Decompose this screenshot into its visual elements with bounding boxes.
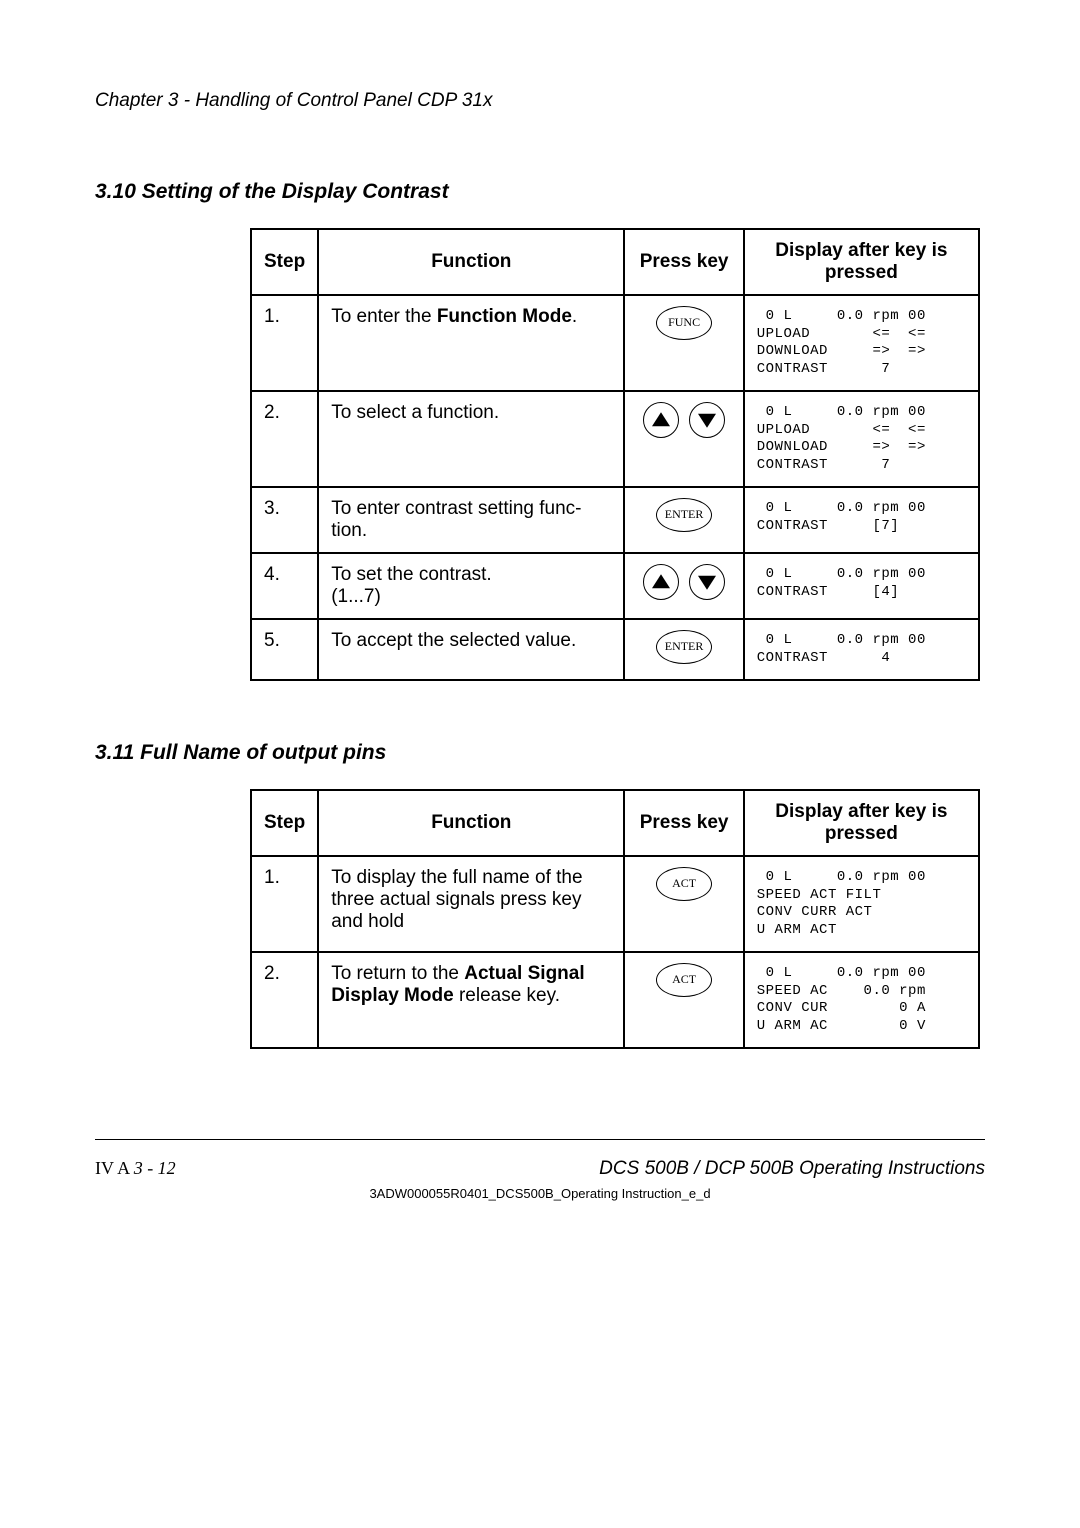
func-text-post: release key.	[454, 985, 560, 1006]
table-row: 1. To display the full name of the three…	[251, 856, 979, 952]
press-key-cell: FUNC	[624, 295, 743, 391]
table-row: 4. To set the contrast. (1...7) 0 L 0.0 …	[251, 553, 979, 619]
display-cell: 0 L 0.0 rpm 00 CONTRAST [4]	[744, 553, 979, 619]
lcd-display: 0 L 0.0 rpm 00 CONTRAST [4]	[757, 564, 966, 603]
press-key-cell: ACT	[624, 856, 743, 952]
footer-prefix: IV A	[95, 1158, 134, 1178]
lcd-display: 0 L 0.0 rpm 00 UPLOAD <= <= DOWNLOAD => …	[757, 402, 966, 476]
act-key-icon: ACT	[656, 963, 712, 997]
table-row: 2. To select a function. 0 L 0.0 rpm 00 …	[251, 391, 979, 487]
chapter-header: Chapter 3 - Handling of Control Panel CD…	[95, 90, 985, 112]
step-function: To accept the selected value.	[318, 619, 624, 680]
lcd-display: 0 L 0.0 rpm 00 CONTRAST [7]	[757, 498, 966, 537]
table-row: 2. To return to the Actual Signal Displa…	[251, 952, 979, 1048]
step-number: 1.	[251, 295, 318, 391]
lcd-display: 0 L 0.0 rpm 00 CONTRAST 4	[757, 630, 966, 669]
arrow-up-key-icon	[643, 402, 679, 438]
th-step: Step	[251, 790, 318, 856]
display-cell: 0 L 0.0 rpm 00 SPEED AC 0.0 rpm CONV CUR…	[744, 952, 979, 1048]
lcd-display: 0 L 0.0 rpm 00 UPLOAD <= <= DOWNLOAD => …	[757, 306, 966, 380]
display-cell: 0 L 0.0 rpm 00 UPLOAD <= <= DOWNLOAD => …	[744, 295, 979, 391]
step-number: 4.	[251, 553, 318, 619]
table-row: 1. To enter the Function Mode. FUNC 0 L …	[251, 295, 979, 391]
press-key-cell: ACT	[624, 952, 743, 1048]
footer-doc-title: DCS 500B / DCP 500B Operating Instructio…	[599, 1158, 985, 1180]
footer-page-number: IV A 3 - 12	[95, 1158, 176, 1179]
press-key-cell	[624, 553, 743, 619]
enter-key-icon: ENTER	[656, 630, 712, 664]
footer-pagepart: 3 - 12	[134, 1158, 176, 1178]
th-press-key: Press key	[624, 229, 743, 295]
display-cell: 0 L 0.0 rpm 00 SPEED ACT FILT CONV CURR …	[744, 856, 979, 952]
step-function: To display the full name of the three ac…	[318, 856, 624, 952]
footer: IV A 3 - 12 DCS 500B / DCP 500B Operatin…	[95, 1139, 985, 1201]
press-key-cell: ENTER	[624, 487, 743, 553]
th-function: Function	[318, 229, 624, 295]
step-function: To set the contrast. (1...7)	[318, 553, 624, 619]
step-function: To enter contrast setting func- tion.	[318, 487, 624, 553]
table-row: 5. To accept the selected value. ENTER 0…	[251, 619, 979, 680]
table-header-row: Step Function Press key Display after ke…	[251, 790, 979, 856]
lcd-display: 0 L 0.0 rpm 00 SPEED AC 0.0 rpm CONV CUR…	[757, 963, 966, 1037]
lcd-display: 0 L 0.0 rpm 00 SPEED ACT FILT CONV CURR …	[757, 867, 966, 941]
display-cell: 0 L 0.0 rpm 00 UPLOAD <= <= DOWNLOAD => …	[744, 391, 979, 487]
func-text-pre: To return to the	[331, 963, 464, 984]
arrow-down-key-icon	[689, 402, 725, 438]
th-function: Function	[318, 790, 624, 856]
table-3-11: Step Function Press key Display after ke…	[250, 789, 980, 1049]
func-text-pre: To enter the	[331, 306, 437, 327]
act-key-icon: ACT	[656, 867, 712, 901]
footer-doc-id: 3ADW000055R0401_DCS500B_Operating Instru…	[95, 1186, 985, 1201]
func-key-icon: FUNC	[656, 306, 712, 340]
step-number: 2.	[251, 952, 318, 1048]
display-cell: 0 L 0.0 rpm 00 CONTRAST [7]	[744, 487, 979, 553]
th-press-key: Press key	[624, 790, 743, 856]
arrow-up-key-icon	[643, 564, 679, 600]
step-number: 5.	[251, 619, 318, 680]
step-number: 1.	[251, 856, 318, 952]
press-key-cell: ENTER	[624, 619, 743, 680]
enter-key-icon: ENTER	[656, 498, 712, 532]
step-number: 3.	[251, 487, 318, 553]
table-3-10: Step Function Press key Display after ke…	[250, 228, 980, 681]
step-function: To return to the Actual Signal Display M…	[318, 952, 624, 1048]
arrow-down-key-icon	[689, 564, 725, 600]
footer-row: IV A 3 - 12 DCS 500B / DCP 500B Operatin…	[95, 1158, 985, 1180]
section-3-10-title: 3.10 Setting of the Display Contrast	[95, 180, 985, 204]
th-display: Display after key is pressed	[744, 790, 979, 856]
section-3-11-title: 3.11 Full Name of output pins	[95, 741, 985, 765]
th-step: Step	[251, 229, 318, 295]
step-function: To enter the Function Mode.	[318, 295, 624, 391]
table-row: 3. To enter contrast setting func- tion.…	[251, 487, 979, 553]
func-text-bold: Function Mode	[437, 306, 572, 327]
step-function: To select a function.	[318, 391, 624, 487]
press-key-cell	[624, 391, 743, 487]
table-header-row: Step Function Press key Display after ke…	[251, 229, 979, 295]
page: Chapter 3 - Handling of Control Panel CD…	[0, 0, 1080, 1528]
func-text-post: .	[572, 306, 577, 327]
step-number: 2.	[251, 391, 318, 487]
display-cell: 0 L 0.0 rpm 00 CONTRAST 4	[744, 619, 979, 680]
th-display: Display after key is pressed	[744, 229, 979, 295]
